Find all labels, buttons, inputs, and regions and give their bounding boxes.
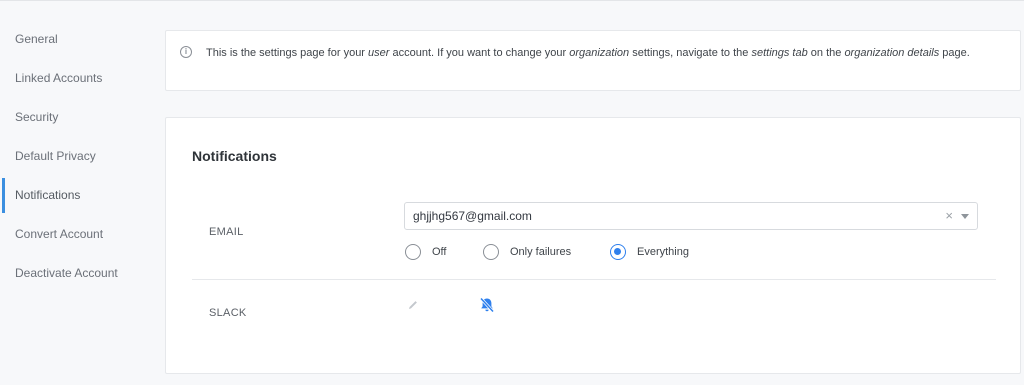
radio-circle[interactable] — [483, 244, 499, 260]
sidebar-item-label: General — [15, 32, 58, 46]
info-text: This is the settings page for your user … — [206, 47, 970, 59]
sidebar-item-convert-account[interactable]: Convert Account — [0, 215, 150, 254]
notifications-card: Notifications EMAIL ghjjhg567@gmail.com … — [165, 117, 1021, 374]
email-select-value: ghjjhg567@gmail.com — [413, 209, 532, 223]
info-emphasis: user — [368, 47, 390, 59]
info-text-part: page. — [939, 47, 970, 59]
settings-sidebar: General Linked Accounts Security Default… — [0, 20, 150, 293]
info-icon: i — [180, 46, 192, 58]
sidebar-item-default-privacy[interactable]: Default Privacy — [0, 137, 150, 176]
radio-label: Off — [432, 246, 447, 258]
sidebar-item-general[interactable]: General — [0, 20, 150, 59]
sidebar-item-label: Notifications — [15, 188, 81, 202]
info-text-part: on the — [807, 47, 845, 59]
sidebar-item-label: Security — [15, 110, 59, 124]
clear-icon[interactable]: × — [945, 203, 953, 229]
info-banner: i This is the settings page for your use… — [165, 30, 1021, 91]
sidebar-item-notifications[interactable]: Notifications — [0, 176, 150, 215]
radio-circle[interactable] — [610, 244, 626, 260]
sidebar-item-label: Linked Accounts — [15, 71, 103, 85]
info-emphasis: organization — [569, 47, 630, 59]
info-text-part: settings, navigate to the — [629, 47, 752, 59]
email-select[interactable]: ghjjhg567@gmail.com × — [404, 202, 978, 230]
info-text-part: account. If you want to change your — [389, 47, 570, 59]
pencil-icon[interactable] — [406, 298, 420, 312]
slack-label: SLACK — [209, 307, 247, 319]
radio-label: Only failures — [510, 246, 572, 258]
top-divider — [0, 0, 1024, 1]
radio-label: Everything — [637, 246, 689, 258]
info-emphasis: organization details — [844, 47, 940, 59]
sidebar-item-linked-accounts[interactable]: Linked Accounts — [0, 59, 150, 98]
radio-circle[interactable] — [405, 244, 421, 260]
sidebar-item-label: Convert Account — [15, 227, 104, 241]
info-text-part: This is the settings page for your — [206, 47, 369, 59]
sidebar-item-label: Default Privacy — [15, 149, 96, 163]
section-title: Notifications — [192, 148, 277, 164]
bell-slash-icon[interactable] — [478, 296, 496, 314]
row-divider — [192, 279, 996, 280]
sidebar-item-deactivate-account[interactable]: Deactivate Account — [0, 254, 150, 293]
email-label: EMAIL — [209, 226, 244, 238]
info-emphasis: settings tab — [751, 47, 808, 59]
chevron-down-icon[interactable] — [961, 214, 969, 219]
sidebar-item-label: Deactivate Account — [15, 266, 118, 280]
sidebar-item-security[interactable]: Security — [0, 98, 150, 137]
